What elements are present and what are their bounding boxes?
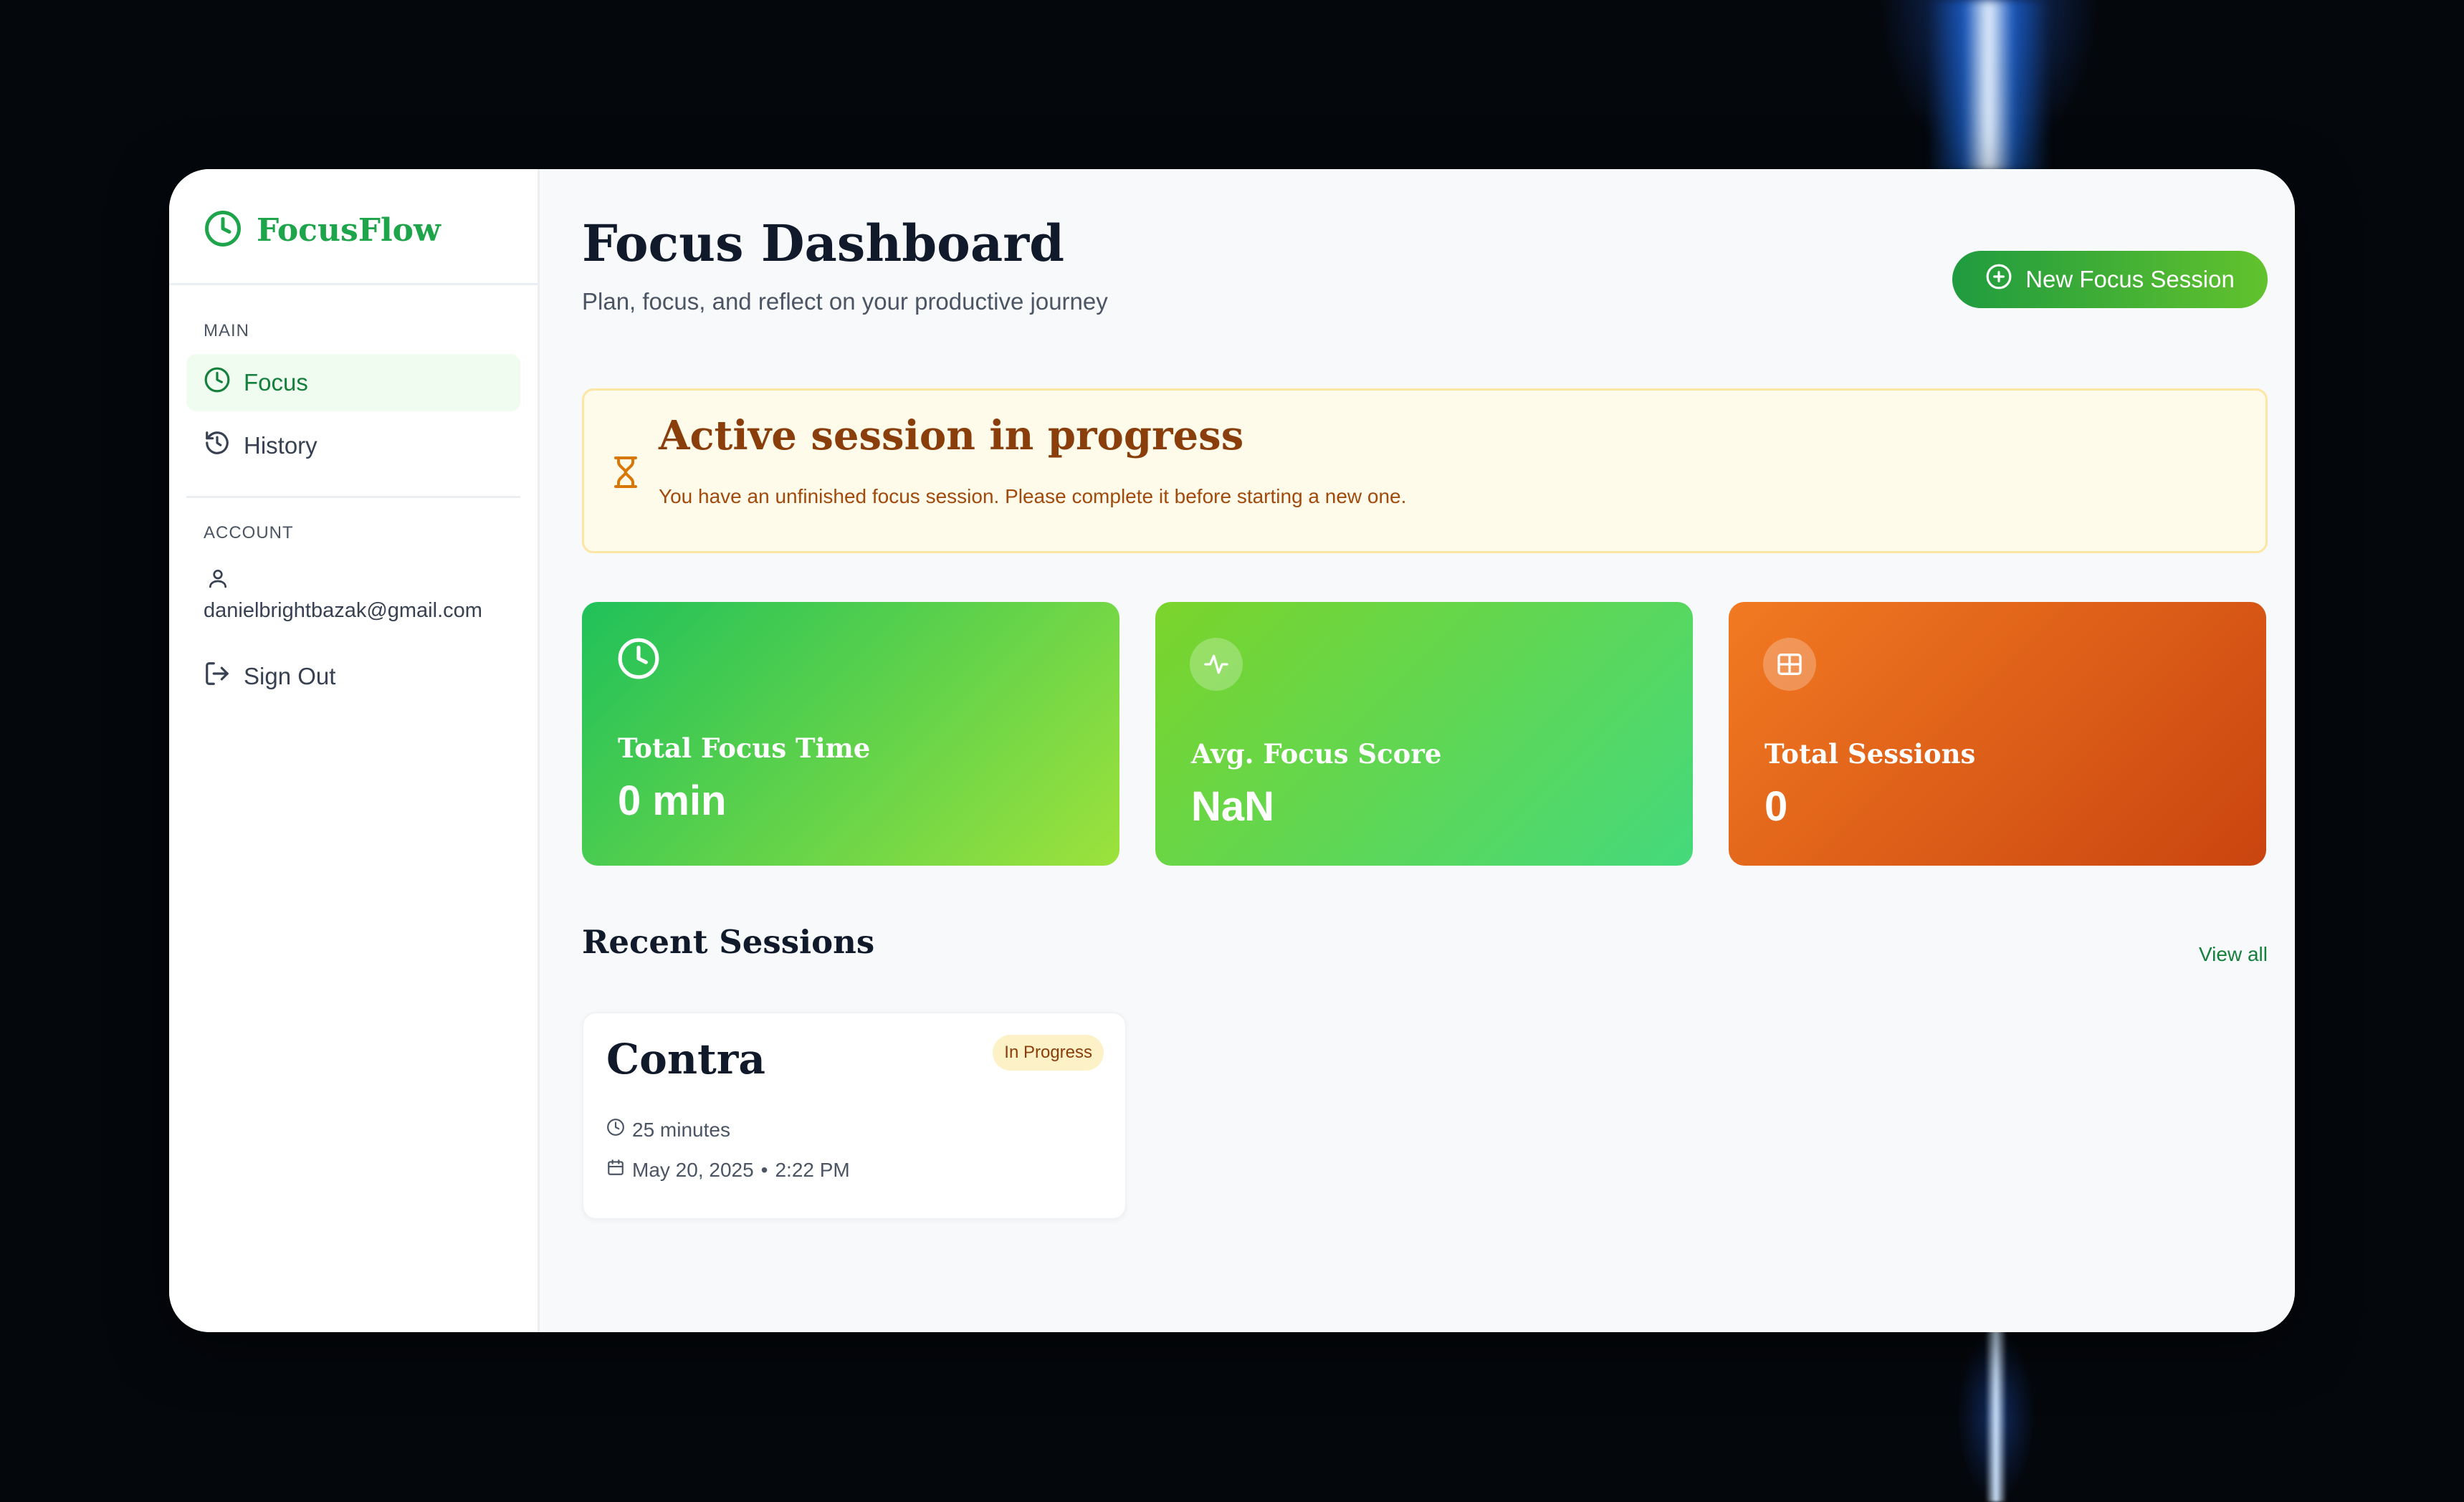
session-date-row: May 20, 2025 • 2:22 PM (606, 1158, 850, 1182)
history-icon (204, 429, 231, 462)
brand-name: FocusFlow (257, 211, 441, 249)
section-label-account: ACCOUNT (204, 523, 294, 542)
clock-icon (204, 366, 231, 399)
stat-title: Total Sessions (1765, 738, 1976, 770)
sidebar-item-focus[interactable]: Focus (186, 354, 520, 411)
clock-icon (606, 1118, 625, 1142)
plus-circle-icon (1985, 263, 2012, 296)
page-title: Focus Dashboard (582, 214, 1065, 273)
view-all-link[interactable]: View all (2199, 943, 2268, 966)
calendar-icon (606, 1158, 625, 1182)
account-email: danielbrightbazak@gmail.com (204, 599, 482, 622)
main-content: Focus Dashboard Plan, focus, and reflect… (539, 169, 2295, 1332)
stat-value: 0 min (618, 778, 727, 824)
alert-title: Active session in progress (659, 412, 1244, 459)
sidebar: FocusFlow MAIN Focus History ACCOUNT dan… (169, 169, 540, 1332)
stat-card-total-sessions: Total Sessions 0 (1729, 602, 2266, 866)
sidebar-item-history[interactable]: History (186, 417, 520, 474)
grid-icon (1763, 638, 1816, 691)
stat-value: NaN (1191, 783, 1275, 830)
stat-card-avg-focus-score: Avg. Focus Score NaN (1155, 602, 1693, 866)
stat-title: Avg. Focus Score (1191, 738, 1442, 770)
background-light-beam-top (1928, 0, 2050, 172)
recent-sessions-title: Recent Sessions (582, 923, 875, 961)
new-focus-session-label: New Focus Session (2025, 266, 2235, 292)
brand-logo[interactable]: FocusFlow (204, 205, 441, 255)
background-light-beam-bottom (1985, 1329, 2007, 1502)
session-duration: 25 minutes (632, 1118, 730, 1141)
new-focus-session-button[interactable]: New Focus Session (1952, 251, 2268, 308)
session-card[interactable]: Contra In Progress 25 minutes May 20, 20… (582, 1012, 1127, 1220)
page-subtitle: Plan, focus, and reflect on your product… (582, 288, 1108, 315)
stat-value: 0 (1765, 783, 1788, 830)
app-window: FocusFlow MAIN Focus History ACCOUNT dan… (169, 169, 2295, 1332)
clock-icon (204, 209, 242, 252)
session-name: Contra (606, 1035, 765, 1084)
sign-out-button[interactable]: Sign Out (186, 648, 520, 705)
activity-icon (1190, 638, 1243, 691)
session-date: May 20, 2025 (632, 1158, 754, 1181)
sidebar-item-label: History (244, 432, 317, 459)
sign-out-icon (204, 660, 231, 693)
sidebar-item-label: Focus (244, 369, 308, 396)
stat-title: Total Focus Time (618, 732, 871, 764)
stat-card-total-focus-time: Total Focus Time 0 min (582, 602, 1119, 866)
sign-out-label: Sign Out (244, 663, 336, 689)
user-icon (206, 567, 229, 593)
divider (169, 283, 538, 285)
section-label-main: MAIN (204, 321, 249, 340)
hourglass-icon (611, 455, 640, 493)
session-duration-row: 25 minutes (606, 1118, 730, 1142)
alert-message: You have an unfinished focus session. Pl… (659, 485, 1407, 507)
session-time: 2:22 PM (775, 1158, 850, 1181)
clock-icon (616, 636, 661, 684)
status-badge: In Progress (993, 1035, 1104, 1071)
separator-dot: • (760, 1158, 768, 1181)
active-session-alert: Active session in progress You have an u… (582, 388, 2268, 553)
divider (186, 496, 520, 498)
